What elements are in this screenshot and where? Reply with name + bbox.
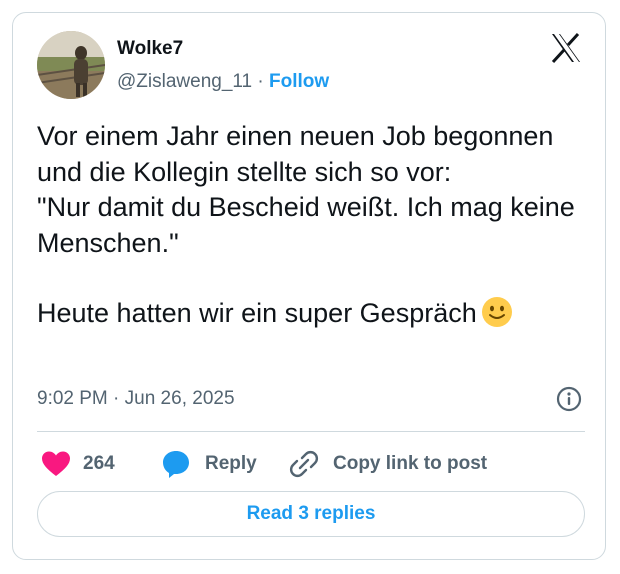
reply-bubble-icon <box>163 451 189 478</box>
heart-icon <box>42 451 70 476</box>
reply-button[interactable]: Reply <box>161 447 257 481</box>
tweet-line-3-wrapper: Heute hatten wir ein super Gespräch <box>37 296 585 332</box>
timestamp[interactable]: 9:02 PM · Jun 26, 2025 <box>37 388 235 410</box>
tweet-line-3: Heute hatten wir ein super Gespräch <box>37 298 477 328</box>
info-icon[interactable] <box>556 386 582 412</box>
author-display-name[interactable]: Wolke7 <box>117 38 183 60</box>
divider <box>37 431 585 432</box>
reply-label: Reply <box>205 453 257 474</box>
copy-link-label: Copy link to post <box>333 453 488 474</box>
like-button[interactable]: 264 <box>41 447 115 481</box>
like-count: 264 <box>83 453 115 474</box>
tweet-text: Vor einem Jahr einen neuen Job begonnen … <box>37 119 585 332</box>
copy-link-button[interactable]: Copy link to post <box>289 447 487 481</box>
tweet-card: Wolke7 @Zislaweng_11 · Follow Vor einem … <box>12 12 606 560</box>
x-logo-icon[interactable] <box>549 31 583 65</box>
handle-separator: · <box>257 71 264 92</box>
follow-button[interactable]: Follow <box>269 71 329 92</box>
author-handle-line: @Zislaweng_11 · Follow <box>117 71 329 93</box>
read-replies-button[interactable]: Read 3 replies <box>37 491 585 537</box>
tweet-line-2: "Nur damit du Bescheid weißt. Ich mag ke… <box>37 192 575 258</box>
link-icon <box>289 450 319 478</box>
author-handle[interactable]: @Zislaweng_11 <box>117 71 252 92</box>
tweet-line-1: Vor einem Jahr einen neuen Job begonnen … <box>37 121 554 187</box>
smiley-emoji <box>481 297 512 327</box>
avatar[interactable] <box>37 31 105 99</box>
